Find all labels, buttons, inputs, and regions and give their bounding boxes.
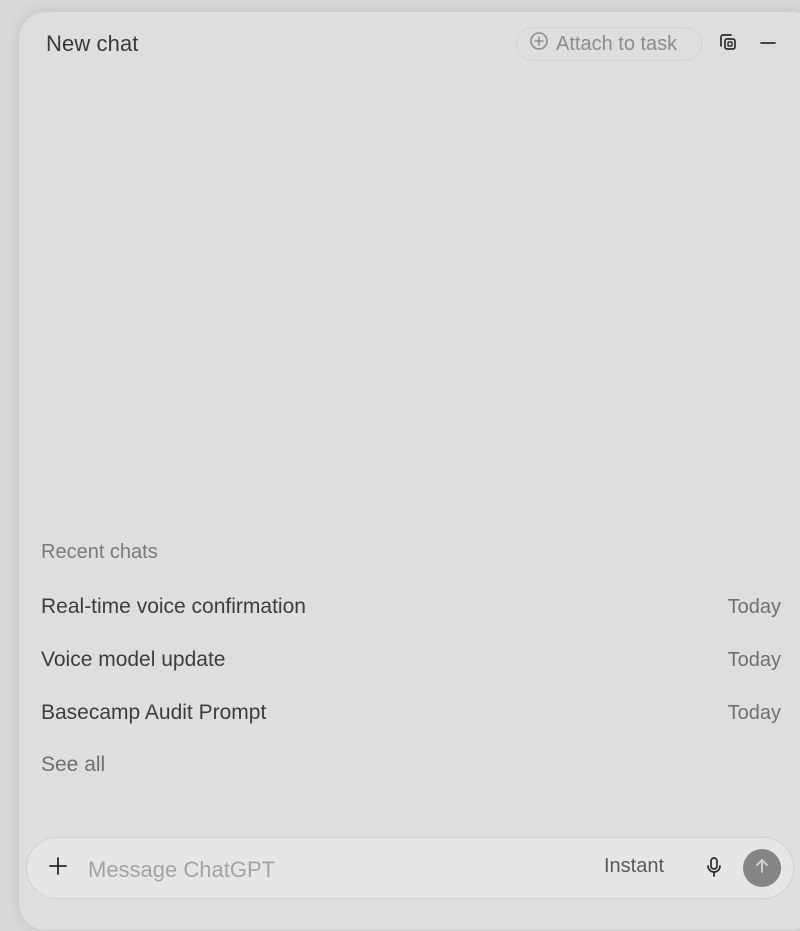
message-input[interactable] xyxy=(88,854,568,886)
add-attachment-button[interactable] xyxy=(46,856,70,880)
minimize-icon xyxy=(758,32,778,57)
attach-to-task-label: Attach to task xyxy=(556,32,678,55)
chat-date: Today xyxy=(727,648,781,671)
plus-icon xyxy=(48,856,68,881)
see-all-link[interactable]: See all xyxy=(41,753,105,777)
open-in-window-button[interactable] xyxy=(716,32,740,56)
recent-chat-item[interactable]: Voice model update Today xyxy=(41,645,781,675)
chat-title: Real-time voice confirmation xyxy=(41,595,306,618)
arrow-up-icon xyxy=(752,856,772,881)
voice-input-button[interactable] xyxy=(702,856,726,883)
chat-date: Today xyxy=(727,595,781,618)
page-title: New chat xyxy=(46,31,139,56)
send-button[interactable] xyxy=(743,849,781,887)
chat-title: Basecamp Audit Prompt xyxy=(41,701,267,724)
recent-chat-item[interactable]: Real-time voice confirmation Today xyxy=(41,592,781,622)
recent-chats-heading: Recent chats xyxy=(41,541,158,563)
model-mode-selector[interactable]: Instant xyxy=(604,855,664,878)
plus-circle-icon xyxy=(529,31,556,57)
minimize-button[interactable] xyxy=(756,32,780,56)
chat-title: Voice model update xyxy=(41,648,226,671)
window-overlap-icon xyxy=(718,32,738,57)
recent-chat-item[interactable]: Basecamp Audit Prompt Today xyxy=(41,698,781,728)
message-composer: Instant xyxy=(26,837,794,899)
chat-date: Today xyxy=(727,701,781,724)
microphone-icon xyxy=(704,856,724,883)
chat-window: New chat Attach to task Recent chats Rea… xyxy=(18,11,800,931)
attach-to-task-button[interactable]: Attach to task xyxy=(516,27,702,61)
